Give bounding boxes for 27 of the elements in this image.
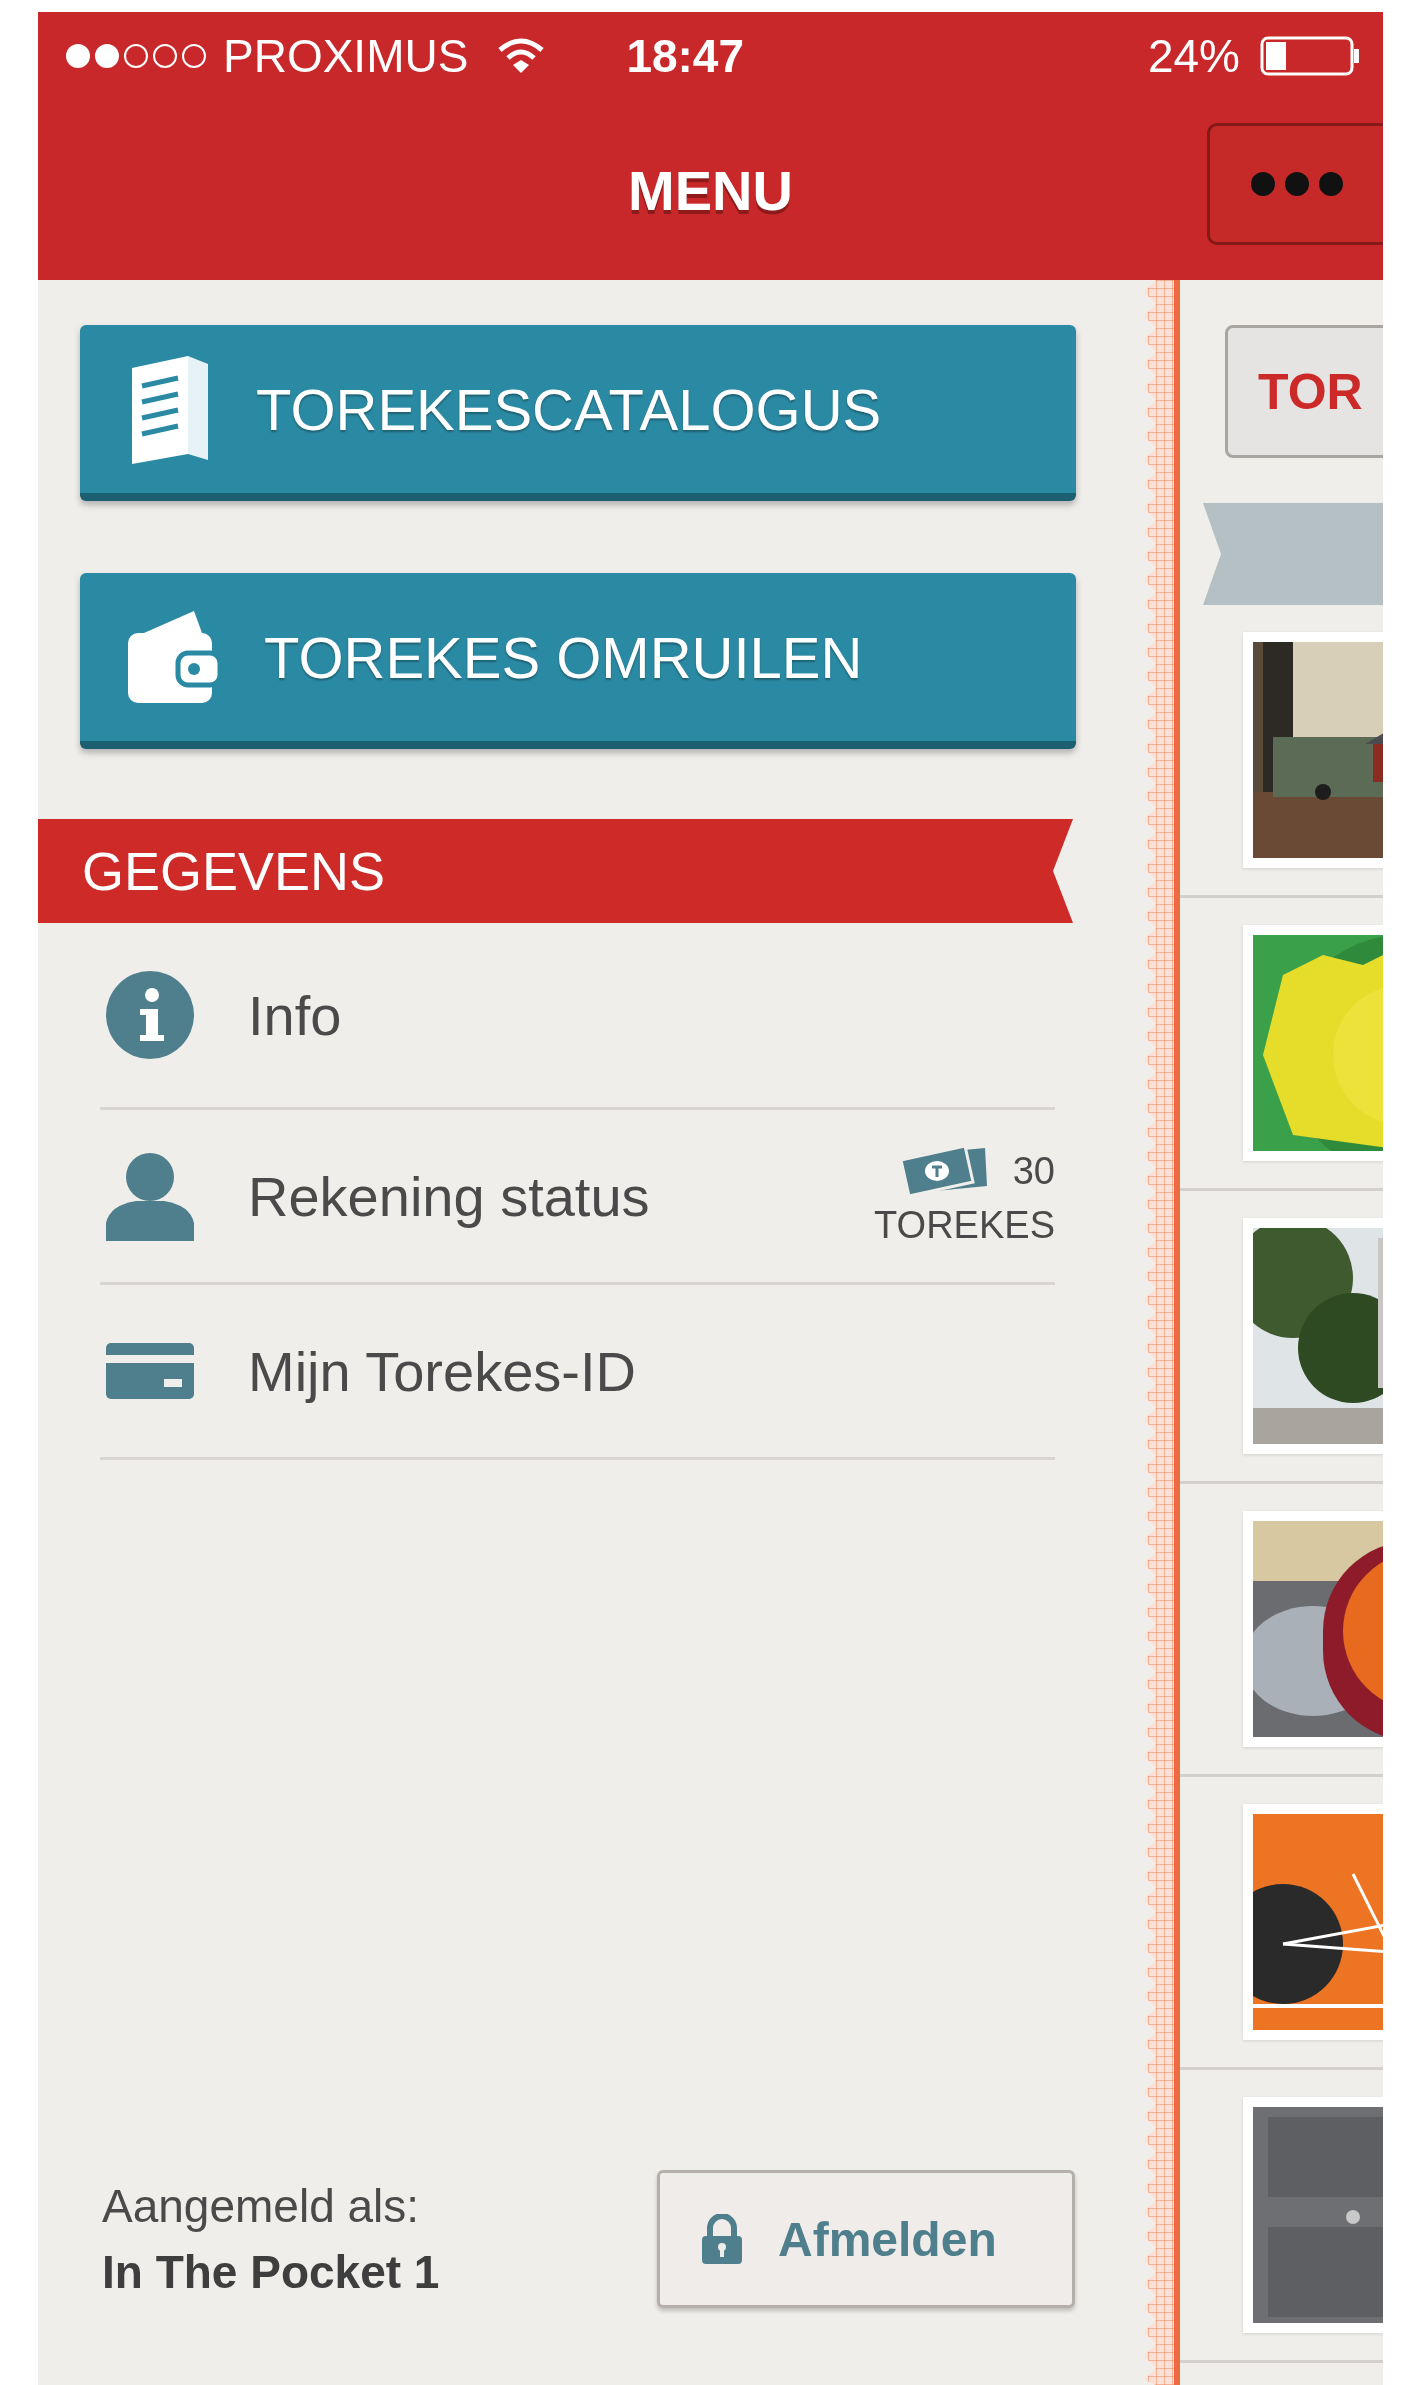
menu-button[interactable]: TOREKES OMRUILEN: [80, 573, 1076, 749]
more-icon: [1250, 171, 1344, 197]
carrier-name: PROXIMUS: [223, 29, 469, 83]
status-time: 18:47: [626, 29, 745, 83]
wallet-icon: [128, 611, 220, 703]
section-header: GEGEVENS: [38, 819, 1073, 923]
login-label: Aangemeld als:: [102, 2179, 421, 2233]
menu-item[interactable]: Rekening status 30 TOREKES: [100, 1110, 1055, 1285]
logout-button[interactable]: Afmelden: [657, 2170, 1075, 2308]
more-button[interactable]: [1207, 123, 1383, 245]
lock-icon: [702, 2214, 742, 2264]
person-icon: [106, 1151, 194, 1241]
catalogue-tab-button[interactable]: TOR: [1225, 325, 1383, 458]
card-icon: [106, 1343, 194, 1399]
page-title: MENU: [628, 157, 793, 223]
balance-unit: TOREKES: [874, 1203, 1055, 1247]
banknote-icon: [900, 1145, 989, 1198]
user-name: In The Pocket 1: [102, 2245, 441, 2299]
signal-icon: [65, 43, 207, 69]
menu-item[interactable]: Mijn Torekes-ID: [100, 1285, 1055, 1460]
balance-amount: 30: [1012, 1150, 1055, 1193]
menu-item[interactable]: Info: [100, 923, 1055, 1110]
menu-button[interactable]: TOREKESCATALOGUS: [80, 325, 1076, 501]
wifi-icon: [498, 38, 545, 74]
battery-percentage: 24%: [1147, 29, 1240, 83]
battery-icon: [1260, 36, 1360, 76]
info-icon: [106, 971, 194, 1059]
